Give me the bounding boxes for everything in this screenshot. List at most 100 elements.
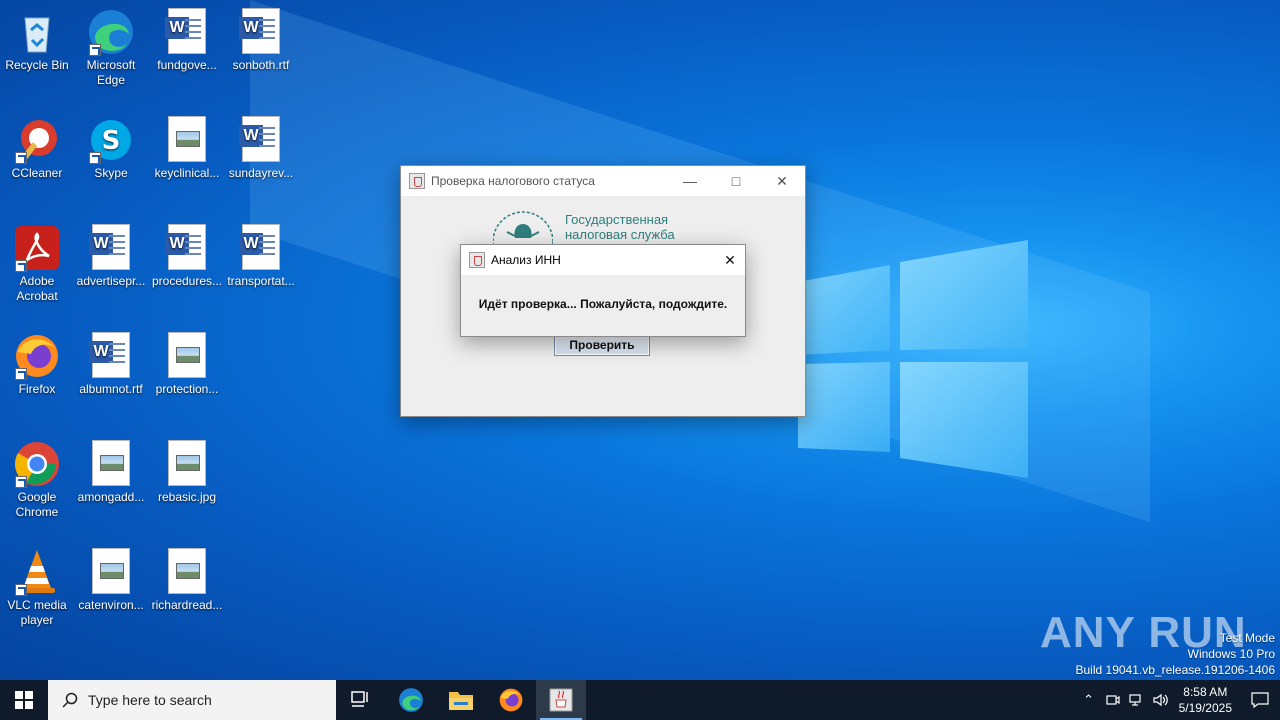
word-document-icon: W [87, 224, 135, 272]
maximize-button[interactable]: □ [713, 166, 759, 196]
desktop-icon-amongadd[interactable]: amongadd... [74, 440, 148, 505]
recycle-bin-icon [13, 8, 61, 56]
image-file-icon [163, 116, 211, 164]
icon-label: Recycle Bin [5, 58, 69, 72]
shortcut-arrow-icon [15, 152, 27, 164]
icon-label: albumnot.rtf [79, 382, 143, 396]
desktop-icon-firefox[interactable]: Firefox [0, 332, 74, 397]
desktop-icon-protection[interactable]: protection... [150, 332, 224, 397]
icon-label: amongadd... [77, 490, 145, 504]
desktop-icon-procedures[interactable]: W procedures... [150, 224, 224, 289]
edge-icon [87, 8, 135, 56]
check-button[interactable]: Проверить [554, 334, 650, 356]
org-name-line2: налоговая служба [565, 227, 675, 242]
word-document-icon: W [87, 332, 135, 380]
windows-logo-wallpaper [798, 240, 1028, 478]
taskbar-edge[interactable] [386, 680, 436, 720]
shortcut-arrow-icon [89, 152, 101, 164]
volume-icon[interactable] [1149, 693, 1173, 707]
desktop-icon-advertisepr[interactable]: W advertisepr... [74, 224, 148, 289]
image-file-icon [87, 548, 135, 596]
desktop-icon-recycle-bin[interactable]: Recycle Bin [0, 8, 74, 73]
java-icon [549, 688, 573, 712]
window-title: Проверка налогового статуса [431, 174, 595, 188]
icon-label: Adobe Acrobat [16, 274, 58, 303]
taskbar-firefox[interactable] [486, 680, 536, 720]
search-placeholder: Type here to search [88, 692, 212, 708]
desktop-icon-sundayrev[interactable]: W sundayrev... [224, 116, 298, 181]
shortcut-arrow-icon [15, 368, 27, 380]
icon-label: Google Chrome [15, 490, 59, 519]
word-document-icon: W [237, 116, 285, 164]
chevron-up-icon[interactable]: ⌃ [1077, 692, 1101, 708]
windows-start-icon [15, 691, 33, 709]
desktop-icon-fundgove[interactable]: W fundgove... [150, 8, 224, 73]
icon-label: Microsoft Edge [86, 58, 136, 87]
icon-label: VLC media player [7, 598, 67, 627]
meet-now-icon[interactable] [1101, 693, 1125, 707]
desktop-icon-microsoft-edge[interactable]: Microsoft Edge [74, 8, 148, 88]
task-view-icon [351, 691, 368, 707]
image-file-icon [163, 440, 211, 488]
java-app-icon [409, 173, 425, 189]
notification-icon [1251, 692, 1269, 708]
image-file-icon [87, 440, 135, 488]
desktop-icon-sonboth[interactable]: W sonboth.rtf [224, 8, 298, 73]
firefox-icon [13, 332, 61, 380]
icon-label: keyclinical... [154, 166, 220, 180]
action-center-button[interactable] [1240, 680, 1280, 720]
skype-icon: S [87, 116, 135, 164]
desktop-icon-google-chrome[interactable]: Google Chrome [0, 440, 74, 520]
os-edition-label: Windows 10 Pro [1187, 647, 1275, 661]
icon-label: sonboth.rtf [232, 58, 290, 72]
icon-label: rebasic.jpg [157, 490, 217, 504]
desktop-icon-adobe-acrobat[interactable]: Adobe Acrobat [0, 224, 74, 304]
taskbar-file-explorer[interactable] [436, 680, 486, 720]
desktop-icon-richardread[interactable]: richardread... [150, 548, 224, 613]
dialog-close-button[interactable]: ✕ [715, 245, 745, 275]
word-document-icon: W [163, 8, 211, 56]
network-icon[interactable] [1125, 693, 1149, 707]
shortcut-arrow-icon [89, 44, 101, 56]
task-view-button[interactable] [336, 680, 386, 720]
taskbar-search-box[interactable]: Type here to search [48, 680, 336, 720]
folder-icon [449, 692, 473, 710]
start-button[interactable] [0, 680, 48, 720]
desktop-icon-ccleaner[interactable]: CCleaner [0, 116, 74, 181]
shortcut-arrow-icon [15, 260, 27, 272]
shortcut-arrow-icon [15, 584, 27, 596]
dialog-title: Анализ ИНН [491, 253, 561, 267]
desktop-icon-transportat[interactable]: W transportat... [224, 224, 298, 289]
tax-service-name: Государственная налоговая служба [565, 212, 675, 242]
minimize-button[interactable]: — [667, 166, 713, 196]
desktop-icon-keyclinical[interactable]: keyclinical... [150, 116, 224, 181]
build-label: Build 19041.vb_release.191206-1406 [1075, 663, 1276, 677]
clock-date: 5/19/2025 [1178, 701, 1232, 715]
desktop-icon-vlc[interactable]: VLC media player [0, 548, 74, 628]
desktop-icon-albumnot[interactable]: W albumnot.rtf [74, 332, 148, 397]
edge-icon [399, 688, 423, 712]
desktop-icon-rebasic[interactable]: rebasic.jpg [150, 440, 224, 505]
shortcut-arrow-icon [15, 476, 27, 488]
icon-label: Skype [94, 166, 128, 180]
dialog-message: Идёт проверка... Пожалуйста, подождите. [478, 297, 728, 311]
icon-label: transportat... [227, 274, 295, 288]
icon-label: CCleaner [11, 166, 63, 180]
image-file-icon [163, 548, 211, 596]
inn-analysis-dialog[interactable]: Анализ ИНН ✕ Идёт проверка... Пожалуйста… [460, 244, 746, 337]
icon-label: catenviron... [78, 598, 144, 612]
firefox-icon [499, 688, 523, 712]
icon-label: protection... [155, 382, 219, 396]
ccleaner-icon [13, 116, 61, 164]
desktop-icon-skype[interactable]: S Skype [74, 116, 148, 181]
close-button[interactable]: ✕ [759, 166, 805, 196]
icon-label: Firefox [18, 382, 56, 396]
taskbar-clock[interactable]: 8:58 AM 5/19/2025 [1179, 684, 1232, 716]
taskbar-java-app[interactable] [536, 680, 586, 720]
icon-label: advertisepr... [76, 274, 146, 288]
google-chrome-icon [13, 440, 61, 488]
dialog-titlebar[interactable]: Анализ ИНН ✕ [461, 245, 745, 275]
window-titlebar[interactable]: Проверка налогового статуса — □ ✕ [401, 166, 805, 196]
icon-label: richardread... [151, 598, 223, 612]
desktop-icon-catenviron[interactable]: catenviron... [74, 548, 148, 613]
